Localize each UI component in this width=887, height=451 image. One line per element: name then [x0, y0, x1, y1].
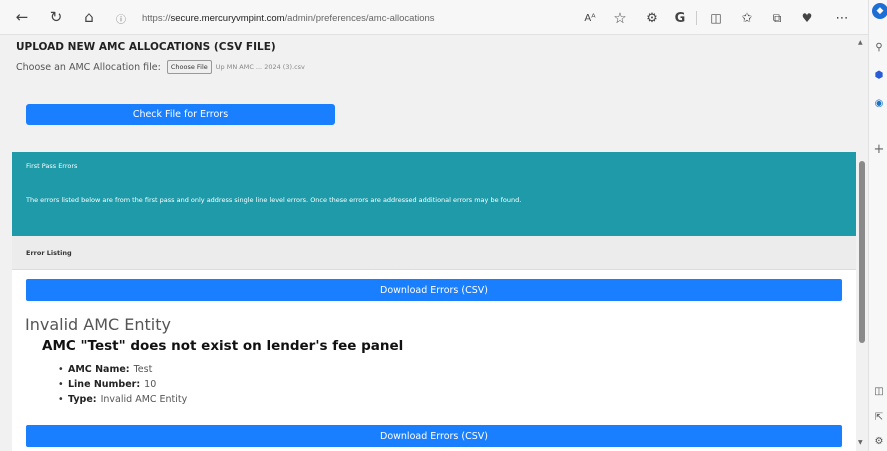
sidebar-layout-icon[interactable]: ◫: [872, 384, 886, 398]
detail-value: Invalid AMC Entity: [100, 394, 188, 405]
outlook-icon[interactable]: ◉: [872, 96, 886, 110]
browser-sidebar: ◆ ⚲ ⬢ ◉ + ◫ ⇱ ⚙: [868, 0, 887, 451]
extension-g-icon[interactable]: G: [668, 6, 692, 30]
first-pass-title: First Pass Errors: [26, 162, 78, 170]
scrollbar-thumb[interactable]: [859, 161, 865, 343]
bullet-icon: •: [58, 379, 64, 390]
site-info-icon[interactable]: ⓘ: [116, 11, 126, 26]
list-item: • AMC Name: Test: [58, 362, 187, 377]
first-pass-message: The errors listed below are from the fir…: [26, 196, 522, 204]
detail-value: Test: [133, 364, 153, 375]
toolbar-divider: [696, 11, 697, 25]
choose-file-button[interactable]: Choose File: [166, 60, 212, 74]
favorite-star-icon[interactable]: ☆: [608, 6, 632, 30]
upload-section-title: UPLOAD NEW AMC ALLOCATIONS (CSV FILE): [16, 41, 276, 53]
scroll-up-arrow-icon[interactable]: ▲: [858, 39, 863, 46]
address-url: https://secure.mercuryvmpint.com/admin/p…: [142, 13, 435, 24]
url-prefix: https://: [142, 12, 171, 24]
selected-file-name: Up MN AMC ... 2024 (3).csv: [215, 63, 305, 71]
read-aloud-icon[interactable]: Aᴬ: [578, 6, 602, 30]
copilot-icon[interactable]: ◆: [872, 3, 887, 19]
page-content: UPLOAD NEW AMC ALLOCATIONS (CSV FILE) Ch…: [0, 35, 856, 451]
file-chooser-row: Choose an AMC Allocation file: Choose Fi…: [16, 60, 305, 74]
browser-essentials-icon[interactable]: ♥: [795, 6, 819, 30]
choose-file-label: Choose an AMC Allocation file:: [16, 61, 161, 73]
detail-value: 10: [144, 379, 157, 390]
error-listing-header: Error Listing: [12, 236, 856, 270]
list-item: • Type: Invalid AMC Entity: [58, 392, 187, 407]
search-icon[interactable]: ⚲: [872, 40, 886, 54]
first-pass-errors-panel: First Pass Errors The errors listed belo…: [12, 152, 856, 236]
refresh-icon[interactable]: ↻: [44, 5, 68, 29]
url-host: secure.mercuryvmpint.com: [170, 12, 285, 24]
collections-icon[interactable]: ⧉: [765, 6, 789, 30]
back-arrow-icon[interactable]: ←: [10, 5, 34, 29]
scroll-down-arrow-icon[interactable]: ▼: [858, 439, 863, 446]
detail-label: AMC Name:: [68, 364, 130, 375]
error-listing-title: Error Listing: [26, 249, 72, 257]
detail-label: Type:: [68, 394, 97, 405]
detail-label: Line Number:: [68, 379, 141, 390]
more-menu-icon[interactable]: ⋯: [830, 6, 854, 30]
split-screen-icon[interactable]: ◫: [704, 6, 728, 30]
download-errors-button-top[interactable]: Download Errors (CSV): [26, 279, 842, 301]
page-scrollbar[interactable]: ▲ ▼: [856, 35, 868, 451]
error-type-heading: Invalid AMC Entity: [25, 315, 171, 334]
url-path: /admin/preferences/amc-allocations: [284, 12, 435, 24]
bullet-icon: •: [58, 394, 64, 405]
error-title: AMC "Test" does not exist on lender's fe…: [42, 338, 404, 354]
bullet-icon: •: [58, 364, 64, 375]
open-external-icon[interactable]: ⇱: [872, 410, 886, 424]
shopping-icon[interactable]: ⬢: [872, 68, 886, 82]
check-file-button[interactable]: Check File for Errors: [26, 104, 335, 125]
download-errors-button-bottom[interactable]: Download Errors (CSV): [26, 425, 842, 447]
home-icon[interactable]: ⌂: [77, 5, 101, 29]
sidebar-settings-icon[interactable]: ⚙: [872, 434, 886, 448]
favorites-icon[interactable]: ✩: [735, 6, 759, 30]
error-listing-content: Download Errors (CSV) Invalid AMC Entity…: [12, 270, 856, 451]
list-item: • Line Number: 10: [58, 377, 187, 392]
error-details-list: • AMC Name: Test • Line Number: 10 • Typ…: [58, 362, 187, 407]
browser-toolbar: ← ↻ ⌂ ⓘ https://secure.mercuryvmpint.com…: [0, 0, 887, 35]
add-sidebar-item-icon[interactable]: +: [872, 142, 886, 157]
extension-gear-icon[interactable]: ⚙: [640, 6, 664, 30]
